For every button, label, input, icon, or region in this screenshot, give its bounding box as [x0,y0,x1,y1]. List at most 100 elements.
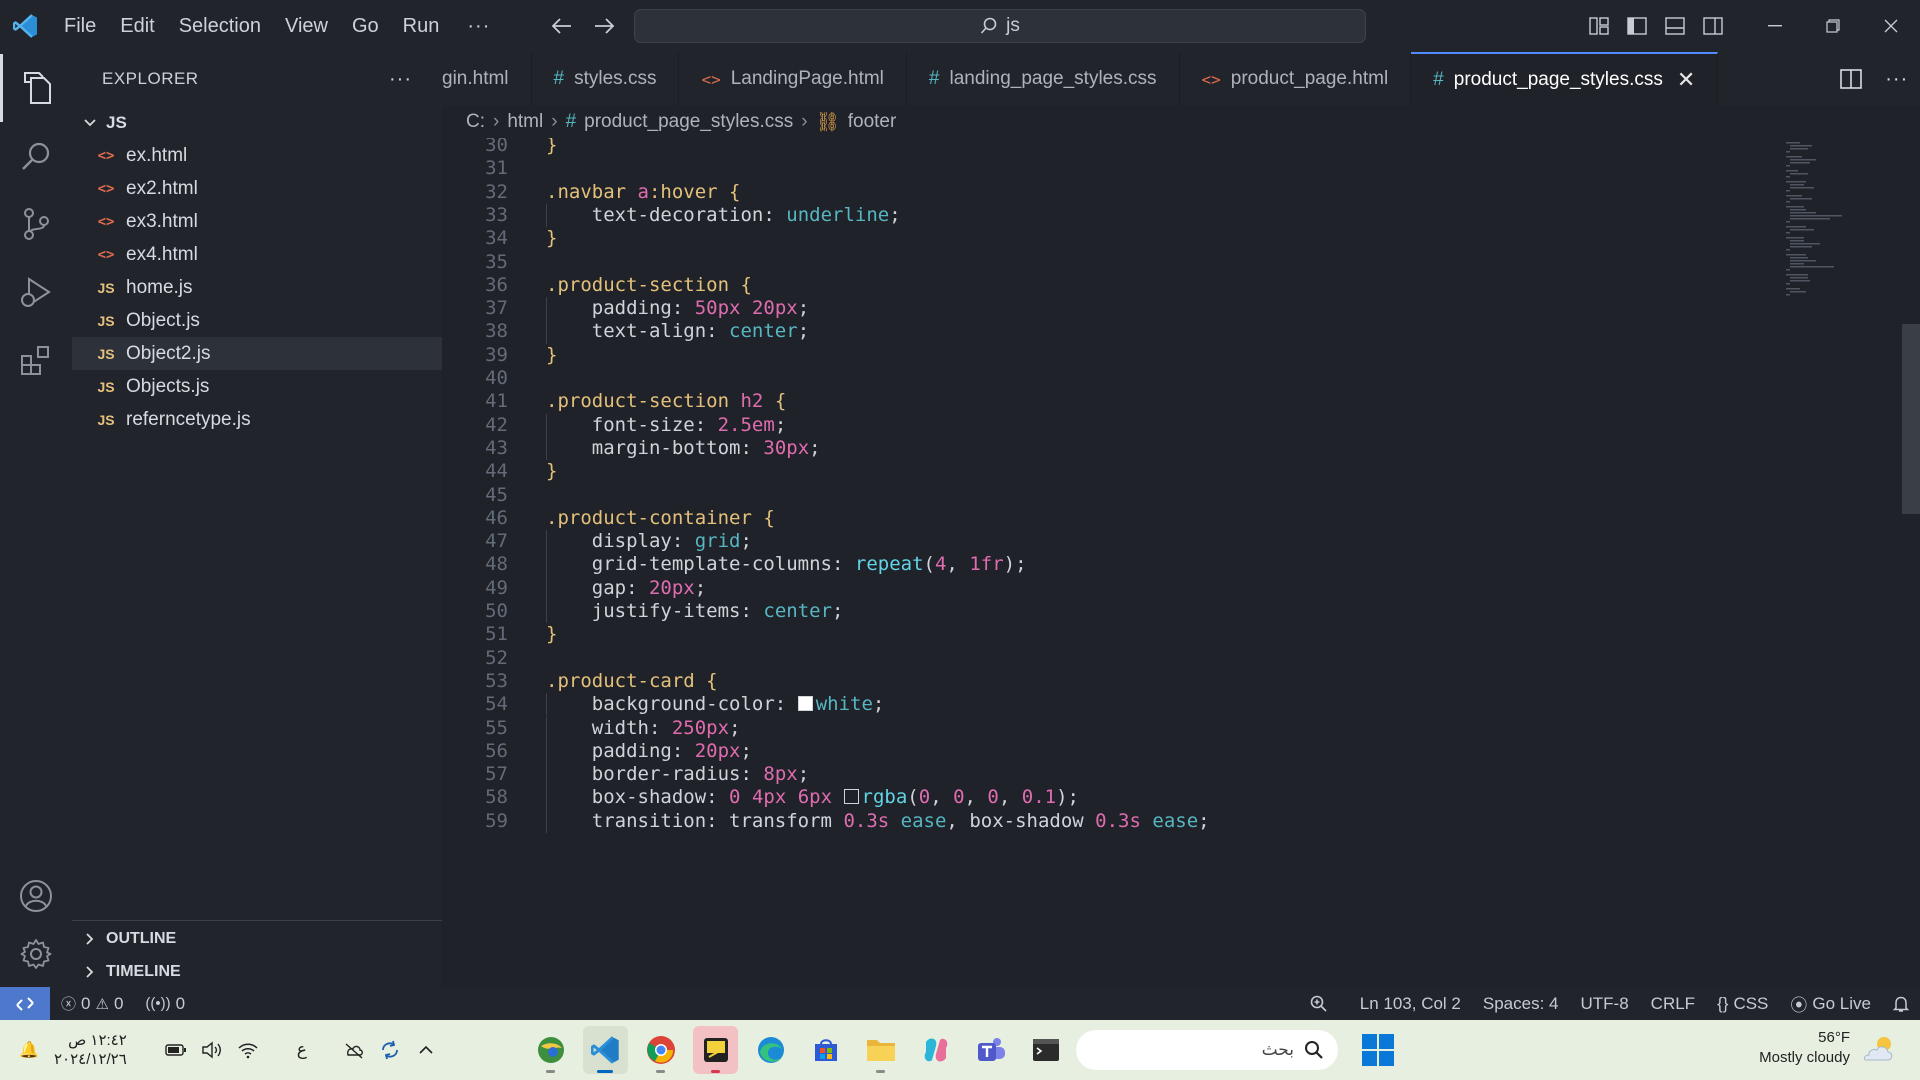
code-token: transform [729,809,844,832]
breadcrumb-file[interactable]: product_page_styles.css [584,111,793,133]
timeline-section[interactable]: TIMELINE [72,955,442,988]
color-swatch[interactable] [797,696,813,712]
menu-view[interactable]: View [273,0,340,52]
explorer-more-button[interactable]: ··· [389,68,412,91]
file-item[interactable]: <> ex4.html [72,238,442,271]
toggle-panel-icon[interactable] [1656,0,1694,52]
menu-more-button[interactable]: ··· [451,15,506,38]
chrome-app-icon[interactable] [638,1026,683,1074]
file-name: ex.html [126,144,188,166]
breadcrumb-symbol[interactable]: footer [848,111,897,133]
volume-icon[interactable] [201,1039,223,1061]
menu-go[interactable]: Go [340,0,391,52]
code-editor[interactable]: 30} 31 32 .navbar a:hover {33 text-decorati… [442,138,1782,984]
breadcrumb-folder[interactable]: html [507,111,543,133]
back-arrow-icon[interactable] [548,12,576,40]
command-center-search[interactable]: js [634,9,1366,43]
editor-tab[interactable]: # product_page_styles.css ✕ [1411,52,1719,106]
extensions-icon[interactable] [0,326,72,394]
css-file-icon: # [565,111,577,132]
menu-edit[interactable]: Edit [108,0,166,52]
menu-selection[interactable]: Selection [167,0,273,52]
close-tab-icon[interactable]: ✕ [1677,67,1695,93]
file-item[interactable]: <> ex2.html [72,172,442,205]
vertical-scrollbar[interactable] [1902,138,1920,984]
remote-indicator-icon[interactable] [0,987,50,1020]
forward-arrow-icon[interactable] [590,12,618,40]
close-window-icon[interactable] [1862,0,1920,52]
clock[interactable]: ١٢:٤٢ ص ٢٠٢٤/١٢/٢٦ [54,1031,127,1069]
settings-gear-icon[interactable] [0,920,72,988]
line-number: 52 [485,646,508,669]
code-token: ; [740,739,752,762]
ports-indicator[interactable]: ((•)) 0 [134,994,196,1014]
taskbar-search[interactable]: بحث [1076,1030,1338,1070]
file-item[interactable]: JS Objects.js [72,370,442,403]
teams-app-icon[interactable] [968,1026,1013,1074]
sticky-notes-app-icon[interactable] [693,1026,738,1074]
notification-bell-icon[interactable]: 🔔 [18,1039,40,1061]
js-file-icon: JS [97,411,115,428]
battery-icon[interactable] [165,1039,187,1061]
indentation[interactable]: Spaces: 4 [1472,994,1570,1014]
outline-section[interactable]: OUTLINE [72,922,442,955]
scrollbar-thumb[interactable] [1902,324,1920,514]
problems-indicator[interactable]: ⓧ 0 ⚠ 0 [50,993,134,1014]
code-token: 4px [751,786,787,809]
vscode-app-icon[interactable] [583,1026,628,1074]
code-token: { [740,273,752,296]
taskbar-apps [528,1026,1068,1074]
editor-tab[interactable]: gin.html [442,52,532,106]
toggle-secondary-sidebar-icon[interactable] [1694,0,1732,52]
language-mode[interactable]: {} CSS [1706,994,1779,1014]
encoding[interactable]: UTF-8 [1570,994,1640,1014]
editor-tab[interactable]: # styles.css [532,52,680,106]
weather-widget[interactable]: 56°F Mostly cloudy [1759,1028,1898,1068]
split-editor-icon[interactable] [1839,69,1862,89]
source-control-icon[interactable] [0,190,72,258]
file-item[interactable]: <> ex3.html [72,205,442,238]
zoom-icon[interactable] [1299,995,1339,1013]
editor-tab[interactable]: <> LandingPage.html [679,52,907,106]
customize-layout-icon[interactable] [1580,0,1618,52]
color-swatch[interactable] [843,789,859,805]
file-item[interactable]: JS Object2.js [72,337,442,370]
wifi-icon[interactable] [237,1039,259,1061]
breadcrumb-drive[interactable]: C: [466,111,485,133]
sync-icon[interactable] [379,1039,401,1061]
line-number: 30 [485,138,508,156]
editor-more-button[interactable]: ··· [1885,68,1908,91]
onedrive-offline-icon[interactable] [343,1039,365,1061]
file-explorer-app-icon[interactable] [858,1026,903,1074]
end-of-line[interactable]: CRLF [1640,994,1706,1014]
folder-js[interactable]: JS [72,106,442,139]
browser-app-icon[interactable] [528,1026,573,1074]
go-live-button[interactable]: ⦿ Go Live [1779,991,1882,1016]
chevron-up-icon[interactable] [415,1039,437,1061]
menu-file[interactable]: File [52,0,108,52]
copilot-app-icon[interactable] [913,1026,958,1074]
restore-icon[interactable] [1804,0,1862,52]
editor-tab[interactable]: # landing_page_styles.css [907,52,1180,106]
code-line: 32 .navbar a:hover { [442,181,1782,204]
file-item[interactable]: <> ex.html [72,139,442,172]
minimap[interactable] [1782,138,1902,984]
toggle-primary-sidebar-icon[interactable] [1618,0,1656,52]
windows-start-icon[interactable] [1360,1032,1396,1068]
input-language[interactable]: ع [291,1039,313,1061]
file-item[interactable]: JS Object.js [72,304,442,337]
notifications-bell-icon[interactable] [1882,995,1920,1013]
edge-app-icon[interactable] [748,1026,793,1074]
store-app-icon[interactable] [803,1026,848,1074]
tab-label: gin.html [442,68,509,89]
file-item[interactable]: JS home.js [72,271,442,304]
search-icon[interactable] [0,122,72,190]
editor-tab[interactable]: <> product_page.html [1180,52,1412,106]
cursor-position[interactable]: Ln 103, Col 2 [1349,994,1472,1014]
minimize-icon[interactable] [1746,0,1804,52]
menu-run[interactable]: Run [391,0,452,52]
file-item[interactable]: JS referncetype.js [72,403,442,436]
run-debug-icon[interactable] [0,258,72,326]
explorer-icon[interactable] [0,54,72,122]
terminal-app-icon[interactable] [1023,1026,1068,1074]
